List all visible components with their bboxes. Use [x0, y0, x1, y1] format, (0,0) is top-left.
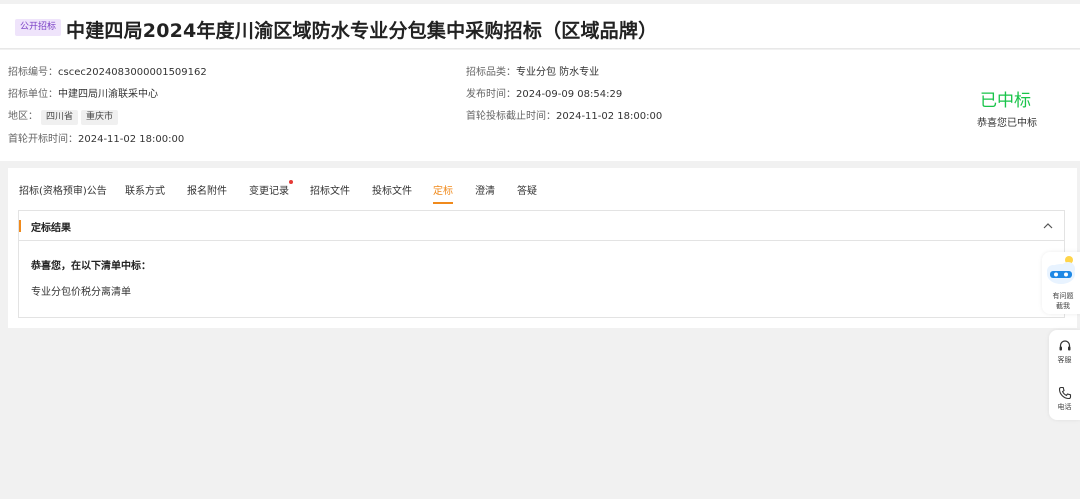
tender-unit-field: 招标单位：中建四局川渝联采中心	[8, 89, 158, 100]
publish-time-value: 2024-09-09 08:54:29	[516, 89, 623, 100]
bid-number-value: cscec2024083000001509162	[58, 67, 207, 78]
tab-award[interactable]: 定标	[433, 182, 453, 204]
award-result-card: 定标结果 恭喜您，在以下清单中标： 专业分包价税分离清单	[18, 210, 1065, 318]
page-header: 公开招标 中建四局2024年度川渝区域防水专业分包集中采购招标（区域品牌）	[0, 4, 1080, 49]
chevron-up-icon[interactable]	[1042, 220, 1054, 232]
headset-icon	[1059, 340, 1070, 351]
feedback-label-2: 截我	[1056, 302, 1070, 310]
contact-widget: 客服 电话	[1049, 330, 1080, 420]
publish-time-field: 发布时间：2024-09-09 08:54:29	[466, 89, 623, 100]
award-result-header[interactable]: 定标结果	[19, 211, 1064, 241]
deadline-value: 2024-11-02 18:00:00	[556, 111, 663, 122]
phone-button[interactable]: 电话	[1049, 386, 1080, 412]
tab-announcement[interactable]: 招标(资格预审)公告	[19, 182, 107, 197]
award-congrats-text: 恭喜您，在以下清单中标：	[31, 261, 151, 272]
open-time-value: 2024-11-02 18:00:00	[78, 134, 185, 145]
award-list-item[interactable]: 专业分包价税分离清单	[31, 283, 131, 298]
phone-label: 电话	[1057, 403, 1072, 411]
category-value: 专业分包 防水专业	[516, 67, 600, 78]
tab-bar: 招标(资格预审)公告 联系方式 报名附件 变更记录 招标文件 投标文件 定标 澄…	[8, 168, 1077, 206]
tender-type-badge: 公开招标	[15, 19, 62, 36]
category-field: 招标品类：专业分包 防水专业	[466, 67, 600, 78]
page-title: 中建四局2024年度川渝区域防水专业分包集中采购招标（区域品牌）	[66, 20, 658, 42]
detail-panel: 招标(资格预审)公告 联系方式 报名附件 变更记录 招标文件 投标文件 定标 澄…	[8, 168, 1077, 328]
feedback-widget[interactable]: 有问题 截我	[1042, 252, 1080, 314]
tender-info-section: 招标编号：cscec2024083000001509162 招标单位：中建四局川…	[0, 50, 1080, 161]
tab-qa[interactable]: 答疑	[517, 182, 537, 197]
region-tag: 四川省	[41, 110, 79, 125]
tab-registration-attachments[interactable]: 报名附件	[187, 182, 227, 197]
deadline-field: 首轮投标截止时间：2024-11-02 18:00:00	[466, 111, 663, 122]
section-accent-bar	[19, 220, 21, 232]
phone-icon	[1058, 386, 1071, 400]
customer-service-button[interactable]: 客服	[1049, 339, 1080, 365]
award-result-title: 定标结果	[31, 223, 71, 234]
tab-bid-documents[interactable]: 投标文件	[372, 182, 412, 197]
feedback-label-1: 有问题	[1052, 292, 1074, 300]
region-field: 地区： 四川省 重庆市	[8, 110, 119, 125]
award-status-message: 恭喜您已中标	[977, 118, 1037, 129]
service-label: 客服	[1057, 356, 1072, 364]
award-status: 已中标	[980, 91, 1031, 111]
tab-change-log[interactable]: 变更记录	[249, 180, 293, 197]
bid-number-field: 招标编号：cscec2024083000001509162	[8, 67, 207, 78]
tab-contact[interactable]: 联系方式	[125, 182, 165, 197]
tender-unit-value: 中建四局川渝联采中心	[58, 89, 158, 100]
region-tag: 重庆市	[81, 110, 119, 125]
notification-dot	[289, 180, 293, 184]
tab-clarification[interactable]: 澄清	[475, 182, 495, 197]
mascot-icon	[1047, 256, 1075, 284]
tab-tender-documents[interactable]: 招标文件	[310, 182, 350, 197]
open-time-field: 首轮开标时间：2024-11-02 18:00:00	[8, 134, 185, 145]
